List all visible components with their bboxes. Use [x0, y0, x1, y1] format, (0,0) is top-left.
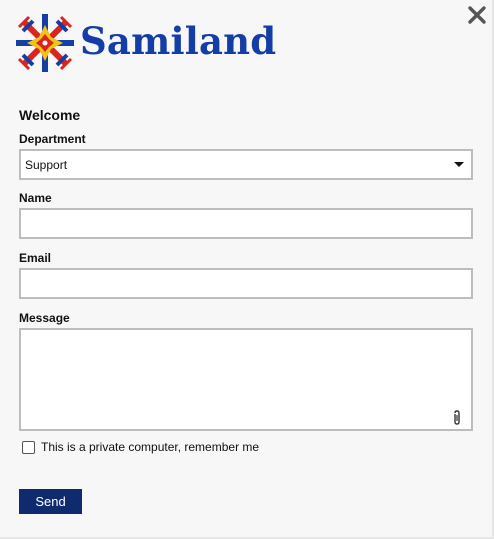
- remember-me-checkbox[interactable]: [22, 440, 35, 454]
- contact-form: Welcome Department Support Name Email Me…: [19, 104, 473, 431]
- paperclip-icon[interactable]: [451, 410, 463, 426]
- chevron-down-icon[interactable]: [454, 162, 464, 167]
- samiland-star-logo: [16, 14, 74, 72]
- close-icon[interactable]: [466, 4, 488, 26]
- department-select[interactable]: Support: [19, 149, 473, 180]
- message-textarea[interactable]: [19, 328, 473, 431]
- chat-form-window: Samiland Welcome Department Support Name…: [0, 0, 494, 539]
- name-input[interactable]: [19, 208, 473, 239]
- message-label: Message: [19, 311, 70, 325]
- brand-name: Samiland: [80, 19, 277, 63]
- email-input[interactable]: [19, 268, 473, 299]
- send-button[interactable]: Send: [19, 489, 82, 514]
- brand-logo: Samiland: [14, 12, 276, 74]
- department-label: Department: [19, 132, 86, 146]
- remember-me-option[interactable]: This is a private computer, remember me: [22, 440, 259, 454]
- welcome-heading: Welcome: [19, 107, 81, 123]
- name-label: Name: [19, 191, 52, 205]
- email-label: Email: [19, 251, 52, 265]
- remember-me-label: This is a private computer, remember me: [41, 440, 260, 454]
- department-selected-value: Support: [25, 157, 68, 172]
